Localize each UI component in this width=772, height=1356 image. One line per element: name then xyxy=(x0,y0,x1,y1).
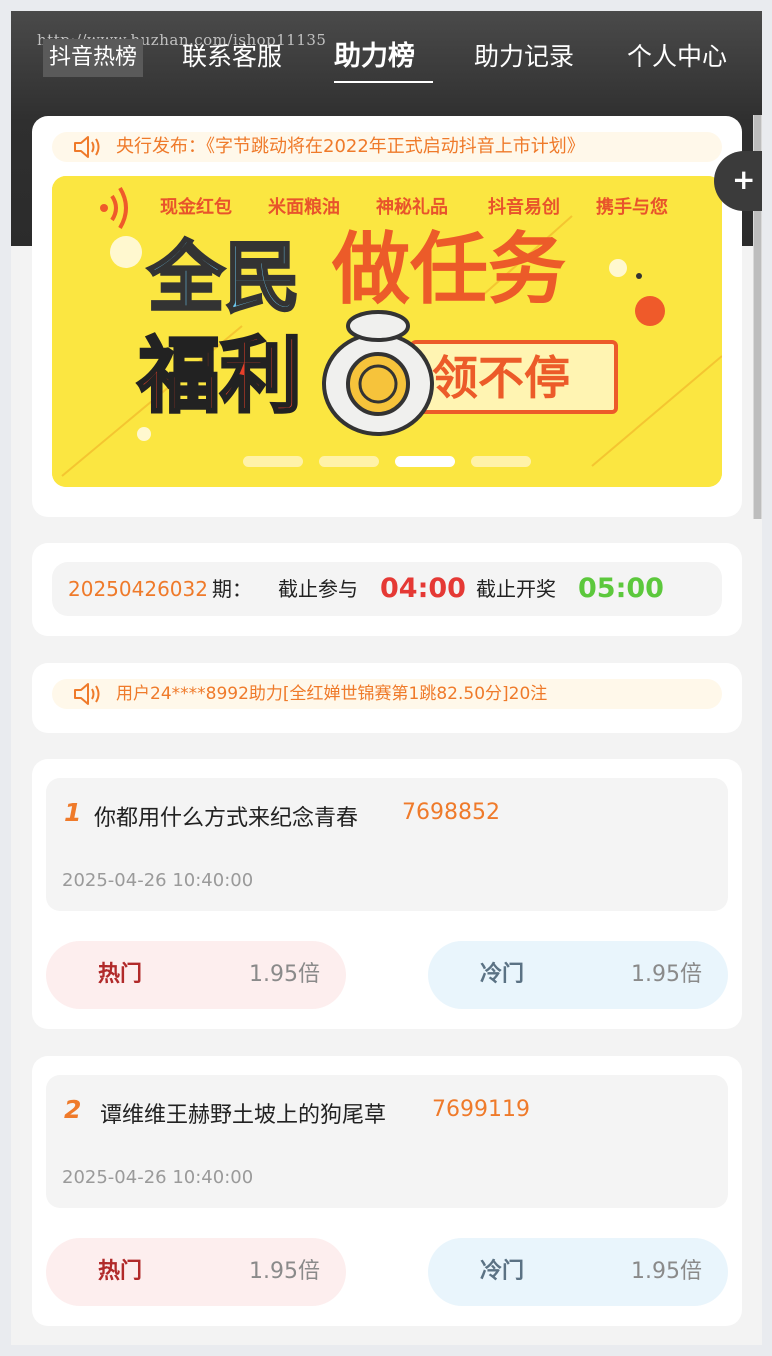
banner-tag-4: 抖音易创 xyxy=(488,196,560,218)
top-nav: 抖音热榜 联系客服 助力榜 助力记录 个人中心 xyxy=(11,37,762,85)
join-deadline-time: 04:00 xyxy=(380,573,466,604)
banner-tag-3: 神秘礼品 xyxy=(376,196,448,218)
cold-odds: 1.95倍 xyxy=(631,962,702,987)
topic-heat-count: 7698852 xyxy=(402,800,500,825)
ticker-text: 用户24****8992助力[全红婵世锦赛第1跳82.50分]20注 xyxy=(116,684,548,704)
banner-tag-5: 携手与您 xyxy=(596,196,668,218)
speaker-icon xyxy=(74,683,100,705)
hot-label: 热门 xyxy=(98,962,143,987)
topic-card: 1 你都用什么方式来纪念青春 7698852 2025-04-26 10:40:… xyxy=(32,759,742,1029)
active-tab-indicator xyxy=(334,81,433,83)
banner-tag-1: 现金红包 xyxy=(160,196,232,218)
topic-info[interactable]: 2 谭维维王赫野土坡上的狗尾草 7699119 2025-04-26 10:40… xyxy=(46,1075,728,1208)
topic-rank: 2 xyxy=(64,1095,82,1124)
nav-tab-customer-service[interactable]: 联系客服 xyxy=(182,37,282,77)
cold-odds: 1.95倍 xyxy=(631,1259,702,1284)
announcement-text: 央行发布：《字节跳动将在2022年正式启动抖音上市计划》 xyxy=(116,136,585,157)
app-frame: http://www.huzhan.com/ishop11135 抖音热榜 联系… xyxy=(11,11,762,1345)
slide-dot-4[interactable] xyxy=(471,456,531,467)
hot-label: 热门 xyxy=(98,1259,143,1284)
bet-cold-button[interactable]: 冷门 1.95倍 xyxy=(428,1238,728,1306)
period-card: 20250426032 期： 截止参与 04:00 截止开奖 05:00 xyxy=(32,543,742,636)
boost-ticker: 用户24****8992助力[全红婵世锦赛第1跳82.50分]20注 xyxy=(52,679,722,709)
slide-dot-3-active[interactable] xyxy=(395,456,455,467)
promo-banner[interactable]: 现金红包 米面粮油 神秘礼品 抖音易创 携手与您 全民 做任务 福利 领不停 xyxy=(52,176,722,487)
topic-rank: 1 xyxy=(64,798,82,827)
period-suffix: 期： xyxy=(212,577,252,601)
banner-sub-2: 领不停 xyxy=(432,351,570,405)
bet-hot-button[interactable]: 热门 1.95倍 xyxy=(46,941,346,1009)
topic-title: 你都用什么方式来纪念青春 xyxy=(94,806,359,831)
banner-tag-2: 米面粮油 xyxy=(268,196,340,218)
slide-dot-2[interactable] xyxy=(319,456,379,467)
nav-tab-douyin-hot[interactable]: 抖音热榜 xyxy=(43,39,144,77)
ticker-card: 用户24****8992助力[全红婵世锦赛第1跳82.50分]20注 xyxy=(32,663,742,733)
hot-odds: 1.95倍 xyxy=(249,1259,320,1284)
nav-tab-boost-ranking[interactable]: 助力榜 xyxy=(334,37,415,77)
topic-info[interactable]: 1 你都用什么方式来纪念青春 7698852 2025-04-26 10:40:… xyxy=(46,778,728,911)
banner-card: 央行发布：《字节跳动将在2022年正式启动抖音上市计划》 现金红包 米面粮油 神… xyxy=(32,116,742,517)
topic-time: 2025-04-26 10:40:00 xyxy=(62,870,254,891)
slide-dot-1[interactable] xyxy=(243,456,303,467)
nav-tab-profile[interactable]: 个人中心 xyxy=(627,37,727,77)
nav-tab-boost-records[interactable]: 助力记录 xyxy=(474,37,574,77)
bet-cold-button[interactable]: 冷门 1.95倍 xyxy=(428,941,728,1009)
topic-title: 谭维维王赫野土坡上的狗尾草 xyxy=(100,1103,387,1128)
banner-headline-2: 做任务 xyxy=(331,225,566,315)
cold-label: 冷门 xyxy=(480,962,525,987)
banner-headline-1: 全民 xyxy=(147,233,300,322)
draw-deadline-label: 截止开奖 xyxy=(476,577,556,601)
join-deadline-label: 截止参与 xyxy=(278,577,358,601)
topic-card: 2 谭维维王赫野土坡上的狗尾草 7699119 2025-04-26 10:40… xyxy=(32,1056,742,1326)
banner-artwork: 现金红包 米面粮油 神秘礼品 抖音易创 携手与您 全民 做任务 福利 领不停 xyxy=(52,176,722,487)
cold-label: 冷门 xyxy=(480,1259,525,1284)
banner-sub-1: 福利 xyxy=(137,329,302,424)
period-number: 20250426032 xyxy=(68,577,208,601)
topic-heat-count: 7699119 xyxy=(432,1097,530,1122)
topic-time: 2025-04-26 10:40:00 xyxy=(62,1167,254,1188)
draw-deadline-time: 05:00 xyxy=(578,573,664,604)
announcement-bar[interactable]: 央行发布：《字节跳动将在2022年正式启动抖音上市计划》 xyxy=(52,132,722,162)
bet-hot-button[interactable]: 热门 1.95倍 xyxy=(46,1238,346,1306)
hot-odds: 1.95倍 xyxy=(249,962,320,987)
period-info: 20250426032 期： 截止参与 04:00 截止开奖 05:00 xyxy=(52,562,722,616)
speaker-icon xyxy=(74,136,100,158)
